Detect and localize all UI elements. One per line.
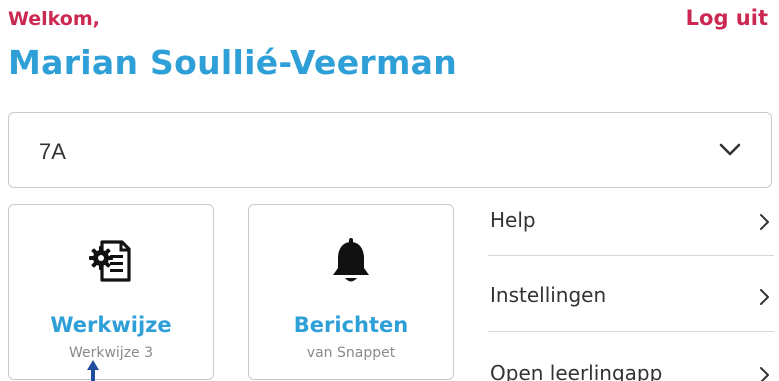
tile-berichten-title: Berichten	[293, 313, 409, 337]
pointer-arrow-icon	[87, 360, 99, 381]
menu-item-instellingen-label: Instellingen	[490, 283, 607, 307]
welcome-label: Welkom,	[8, 8, 100, 30]
chevron-right-icon	[760, 367, 769, 381]
menu-item-instellingen[interactable]: Instellingen	[488, 279, 774, 319]
tile-werkwijze-subtitle: Werkwijze 3	[68, 345, 154, 361]
menu-item-help-label: Help	[490, 208, 536, 232]
document-settings-icon	[89, 240, 131, 282]
menu-divider	[488, 255, 774, 256]
logout-link[interactable]: Log uit	[686, 6, 768, 30]
bell-icon	[333, 238, 369, 282]
chevron-right-icon	[760, 214, 769, 230]
menu-item-open-leerlingapp[interactable]: Open leerlingapp	[488, 357, 774, 381]
chevron-right-icon	[760, 289, 769, 305]
class-select-value: 7A	[39, 139, 66, 164]
tile-werkwijze-title: Werkwijze	[50, 313, 172, 337]
tile-berichten[interactable]: Berichten van Snappet	[248, 204, 454, 380]
class-select[interactable]: 7A	[8, 112, 772, 188]
tile-berichten-subtitle: van Snappet	[306, 345, 396, 361]
chevron-down-icon	[719, 143, 741, 156]
tile-werkwijze[interactable]: Werkwijze Werkwijze 3	[8, 204, 214, 380]
menu-item-open-leerlingapp-label: Open leerlingapp	[490, 361, 663, 381]
menu-divider	[488, 331, 774, 332]
menu-item-help[interactable]: Help	[488, 204, 774, 244]
user-name: Marian Soullié-Veerman	[8, 43, 458, 82]
